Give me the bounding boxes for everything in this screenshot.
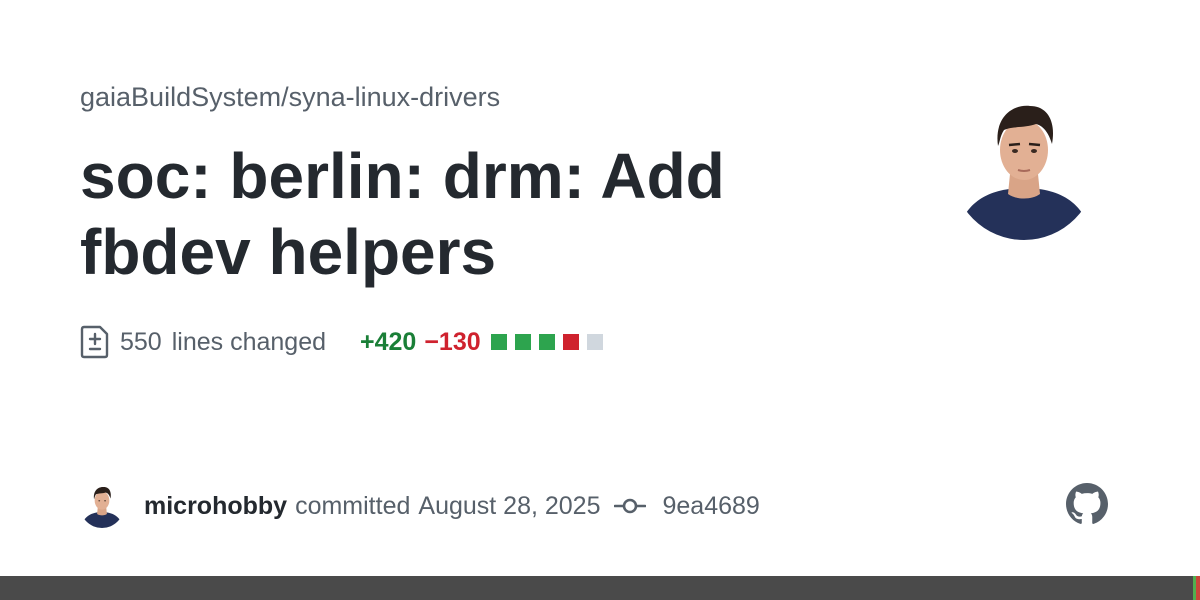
commit-date: August 28, 2025 <box>418 491 601 520</box>
lines-changed-count: 550 <box>120 327 162 356</box>
diff-square <box>562 334 579 350</box>
git-commit-icon <box>614 498 647 514</box>
diff-squares <box>490 334 611 350</box>
bottom-bar <box>0 576 1200 600</box>
commit-title[interactable]: soc: berlin: drm: Add fbdev helpers <box>80 138 840 290</box>
deletions-count: −130 <box>424 327 481 356</box>
author-avatar-large[interactable] <box>952 96 1096 240</box>
diff-square <box>514 334 531 350</box>
commit-action: committed <box>295 491 411 520</box>
diff-square <box>586 334 603 350</box>
author-name[interactable]: microhobby <box>144 492 287 521</box>
author-avatar-small[interactable] <box>80 484 124 528</box>
additions-count: +420 <box>360 327 417 356</box>
commit-sha[interactable]: 9ea4689 <box>662 492 759 521</box>
repository-name[interactable]: gaiaBuildSystem/syna-linux-drivers <box>80 82 500 113</box>
social-card: gaiaBuildSystem/syna-linux-drivers soc: … <box>0 0 1200 600</box>
commit-meta: microhobby committed August 28, 2025 9ea… <box>80 484 760 528</box>
diff-square <box>490 334 507 350</box>
github-logo-icon[interactable] <box>1066 483 1108 525</box>
lines-changed-label: lines changed <box>171 327 327 356</box>
diff-stats: 550 lines changed +420 −130 <box>80 322 611 362</box>
diff-square <box>538 334 555 350</box>
bottom-bar-accent-red <box>1196 576 1200 600</box>
file-diff-icon <box>80 325 109 359</box>
